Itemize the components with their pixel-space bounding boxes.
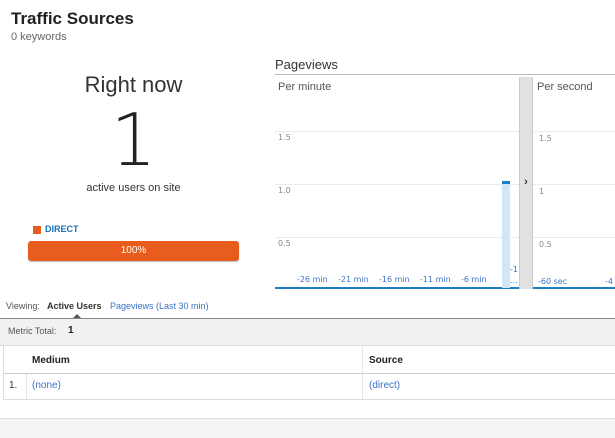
- per-second-baseline: [533, 287, 615, 289]
- active-users-count: 1: [110, 98, 157, 182]
- per-minute-gridline: [275, 237, 519, 238]
- row-medium-link[interactable]: (none): [32, 380, 61, 391]
- per-minute-y-tick: 1.5: [278, 133, 291, 142]
- per-second-gridline: [533, 184, 615, 185]
- per-second-label: Per second: [537, 81, 593, 93]
- header-column-divider: [362, 346, 363, 374]
- direct-legend-swatch: [33, 226, 41, 234]
- metric-total-panel: [0, 318, 615, 346]
- per-minute-x-ellipsis: ...: [510, 276, 518, 285]
- per-minute-label: Per minute: [278, 81, 332, 93]
- per-minute-x-tick: -21 min: [338, 275, 369, 284]
- table-row: [3, 374, 615, 400]
- per-second-y-tick: 0.5: [539, 240, 552, 249]
- per-minute-x-tick: -6 min: [461, 275, 487, 284]
- column-header-medium[interactable]: Medium: [32, 355, 70, 366]
- per-minute-bar-cap: [502, 181, 510, 184]
- direct-percent-text: 100%: [120, 245, 147, 256]
- row-index: 1.: [9, 380, 18, 391]
- per-minute-baseline: [275, 287, 519, 289]
- per-minute-y-tick: 1.0: [278, 186, 291, 195]
- pageviews-title: Pageviews: [275, 57, 338, 72]
- page-subtitle: 0 keywords: [11, 31, 67, 43]
- pageviews-chart: [275, 77, 615, 289]
- pageviews-title-rule: [275, 74, 615, 75]
- row-index-divider: [26, 374, 27, 400]
- viewing-active-users-tab[interactable]: Active Users: [47, 301, 102, 311]
- per-second-gridline: [533, 237, 615, 238]
- page-title: Traffic Sources: [11, 9, 134, 28]
- per-minute-x-tick: -1: [510, 265, 518, 274]
- metric-total-value: 1: [68, 325, 74, 336]
- metric-total-label: Metric Total:: [8, 326, 57, 336]
- per-minute-gridline: [275, 184, 519, 185]
- chevron-right-icon[interactable]: ›: [521, 176, 531, 188]
- right-now-heading: Right now: [84, 72, 183, 97]
- per-minute-bar-last: [502, 183, 510, 288]
- per-second-gridline: [533, 131, 615, 132]
- footer-band: [0, 418, 615, 438]
- direct-legend-label[interactable]: DIRECT: [45, 224, 79, 234]
- column-header-source[interactable]: Source: [369, 355, 403, 366]
- viewing-pageviews-tab[interactable]: Pageviews (Last 30 min): [110, 301, 209, 311]
- viewing-label: Viewing:: [6, 301, 40, 311]
- active-users-caption: active users on site: [86, 182, 181, 194]
- per-minute-x-tick: -16 min: [379, 275, 410, 284]
- per-second-x-tick: -4: [605, 277, 613, 286]
- per-minute-x-tick: -26 min: [297, 275, 328, 284]
- per-second-x-tick: -60 sec: [538, 277, 568, 286]
- per-second-y-tick: 1.5: [539, 134, 552, 143]
- row-source-link[interactable]: (direct): [369, 380, 400, 391]
- per-minute-x-tick: -11 min: [420, 275, 451, 284]
- row-column-divider: [362, 374, 363, 400]
- per-second-y-tick: 1: [539, 187, 545, 196]
- table-header-row: [3, 346, 615, 374]
- per-minute-y-tick: 0.5: [278, 239, 291, 248]
- per-minute-gridline: [275, 131, 519, 132]
